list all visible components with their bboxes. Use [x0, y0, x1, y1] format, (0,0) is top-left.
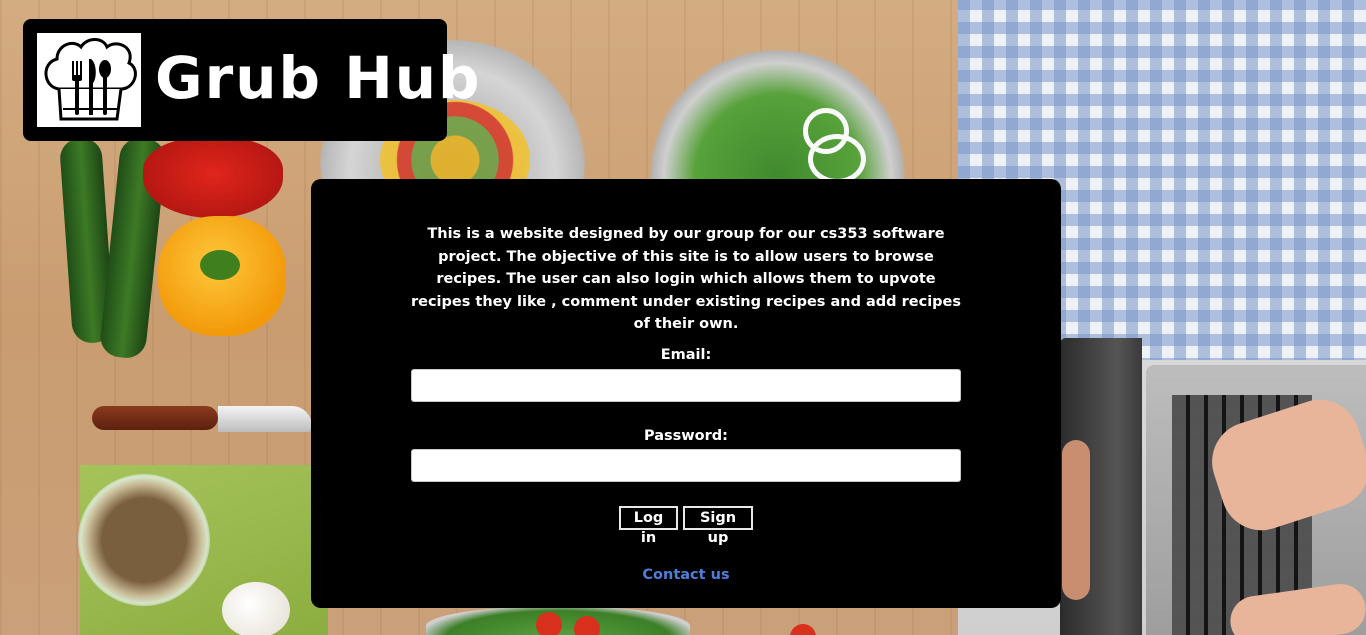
background-pepper-stem [200, 250, 240, 280]
login-button[interactable]: Log in [619, 506, 678, 546]
background-tomato [536, 612, 562, 635]
chef-hat-cutlery-icon [37, 33, 141, 127]
email-label: Email: [660, 347, 712, 363]
intro-text: This is a website designed by our group … [410, 226, 962, 332]
background-knife-handle [92, 406, 218, 430]
site-title: Grub Hub [155, 44, 482, 112]
background-tomato [574, 616, 600, 635]
background-red-pepper [143, 138, 283, 218]
password-label: Password: [644, 428, 728, 444]
site-logo[interactable]: Grub Hub [23, 19, 480, 141]
background-onion-ring [808, 134, 866, 184]
login-panel: This is a website designed by our group … [311, 179, 1061, 608]
background-peppercorn-bowl [78, 474, 210, 606]
background-hand [1062, 440, 1090, 600]
signup-button[interactable]: Sign up [683, 506, 753, 546]
password-field[interactable] [411, 449, 961, 482]
background-knife-blade [218, 406, 312, 432]
email-field[interactable] [411, 369, 961, 402]
page: Grub Hub This is a website designed by o… [0, 0, 1366, 635]
background-garlic [222, 582, 290, 635]
contact-us-link[interactable]: Contact us [311, 567, 1061, 583]
